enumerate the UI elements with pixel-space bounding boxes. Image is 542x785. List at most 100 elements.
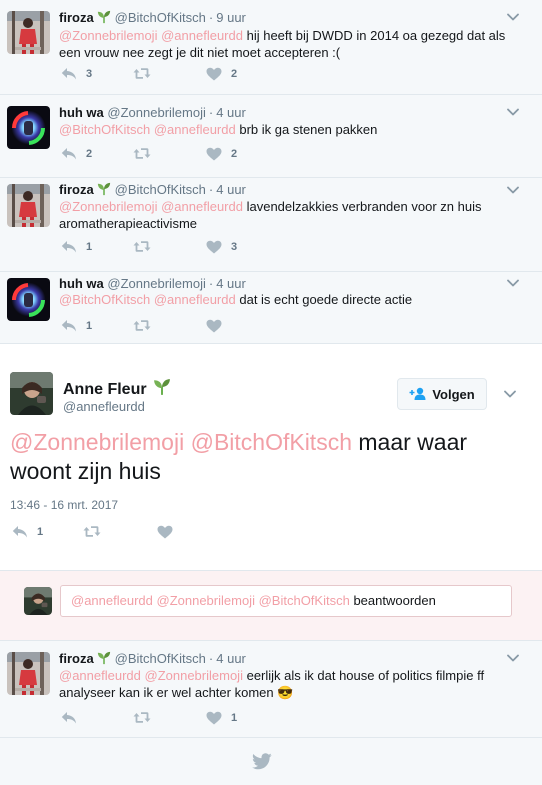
user-handle[interactable]: @BitchOfKitsch <box>115 10 206 25</box>
tweet-body: brb ik ga stenen pakken <box>239 122 378 137</box>
mention-link: @annefleurdd <box>71 593 153 608</box>
avatar[interactable] <box>7 278 50 321</box>
chevron-down-icon[interactable] <box>506 10 520 24</box>
reply-button[interactable]: 1 <box>12 525 43 539</box>
user-handle[interactable]: @Zonnebrilemoji <box>107 276 205 291</box>
tweet-time[interactable]: 4 uur <box>216 276 246 291</box>
tweet[interactable]: firoza @BitchOfKitsch · 4 uur @Zonnebrilemo… <box>0 178 542 272</box>
mention-link[interactable]: @annefleurdd <box>59 668 141 683</box>
add-user-icon <box>409 387 426 400</box>
tweet-text: @Zonnebrilemoji @annefleurdd hij heeft b… <box>59 27 522 61</box>
separator-dot: · <box>208 105 214 120</box>
tweet-time[interactable]: 9 uur <box>216 10 246 25</box>
tweet-body: dat is echt goede directe actie <box>239 292 413 307</box>
user-name[interactable]: firoza <box>59 10 94 25</box>
like-button[interactable]: 2 <box>206 147 237 161</box>
retweet-button[interactable] <box>83 525 110 538</box>
user-name[interactable]: firoza <box>59 182 94 197</box>
separator-dot: · <box>208 651 214 666</box>
mention-link[interactable]: @Zonnebrilemoji <box>145 668 243 683</box>
tweet-time[interactable]: 4 uur <box>216 651 246 666</box>
reply-button[interactable]: 1 <box>61 319 92 333</box>
follow-button[interactable]: Volgen <box>397 378 487 410</box>
like-button[interactable] <box>157 525 182 539</box>
retweet-icon <box>133 67 151 80</box>
sprout-icon <box>153 378 171 401</box>
mention-link[interactable]: @BitchOfKitsch <box>59 292 150 307</box>
separator-dot: · <box>208 182 214 197</box>
avatar[interactable] <box>7 106 50 149</box>
sunglasses-emoji: 😎 <box>277 685 294 700</box>
tweet[interactable]: huh wa @Zonnebrilemoji · 4 uur @BitchOfKit… <box>0 272 542 344</box>
reply-button[interactable]: 3 <box>61 67 92 81</box>
focused-tweet: Anne Fleur @annefleurdd Volgen @Zonnebri… <box>0 344 542 571</box>
avatar[interactable] <box>7 11 50 54</box>
timeline-footer <box>0 738 542 785</box>
user-name[interactable]: huh wa <box>59 105 104 120</box>
mention-link[interactable]: @Zonnebrilemoji <box>59 199 157 214</box>
user-name[interactable]: Anne Fleur <box>63 381 147 398</box>
user-handle[interactable]: @BitchOfKitsch <box>115 182 206 197</box>
tweet-text: @annefleurdd @Zonnebrilemoji eerlijk als… <box>59 667 522 701</box>
reply-placeholder: beantwoorden <box>353 593 436 608</box>
tweet[interactable]: huh wa @Zonnebrilemoji · 4 uur @BitchOfKit… <box>0 95 542 178</box>
mention-link[interactable]: @annefleurdd <box>154 122 236 137</box>
twitter-bird-icon <box>252 753 272 770</box>
reply-button[interactable]: 1 <box>61 240 92 254</box>
tweet-header: firoza @BitchOfKitsch · 4 uur <box>59 182 246 199</box>
mention-link[interactable]: @BitchOfKitsch <box>59 122 150 137</box>
reply-count: 1 <box>86 241 93 253</box>
tweet-time[interactable]: 4 uur <box>216 182 246 197</box>
tweet[interactable]: firoza @BitchOfKitsch · 4 uur @annefleurdd … <box>0 641 542 738</box>
chevron-down-icon[interactable] <box>506 105 520 119</box>
retweet-button[interactable] <box>133 147 160 160</box>
focused-user-name[interactable]: Anne Fleur <box>63 378 171 401</box>
like-count: 2 <box>231 68 238 80</box>
retweet-button[interactable] <box>133 240 160 253</box>
chevron-down-icon[interactable] <box>503 387 517 401</box>
separator-dot: · <box>208 10 214 25</box>
mention-link[interactable]: @Zonnebrilemoji <box>59 28 157 43</box>
retweet-button[interactable] <box>133 711 160 724</box>
like-button[interactable]: 2 <box>206 67 237 81</box>
mention-link[interactable]: @annefleurdd <box>154 292 236 307</box>
mention-link[interactable]: @annefleurdd <box>161 28 243 43</box>
user-name[interactable]: firoza <box>59 651 94 666</box>
retweet-icon <box>133 240 151 253</box>
reply-icon <box>61 711 77 725</box>
reply-icon <box>61 240 77 254</box>
like-button[interactable]: 3 <box>206 240 237 254</box>
tweet-timestamp[interactable]: 13:46 - 16 mrt. 2017 <box>10 498 118 512</box>
tweet-time[interactable]: 4 uur <box>216 105 246 120</box>
like-count: 2 <box>231 148 238 160</box>
chevron-down-icon[interactable] <box>506 183 520 197</box>
reply-button[interactable]: 2 <box>61 147 92 161</box>
chevron-down-icon[interactable] <box>506 276 520 290</box>
retweet-button[interactable] <box>133 67 160 80</box>
tweet[interactable]: firoza @BitchOfKitsch · 9 uur @Zonnebrilemo… <box>0 0 542 95</box>
avatar[interactable] <box>7 184 50 227</box>
reply-count: 2 <box>86 148 93 160</box>
mention-link[interactable]: @annefleurdd <box>161 199 243 214</box>
focused-tweet-text: @Zonnebrilemoji @BitchOfKitsch maar waar… <box>10 428 510 486</box>
reply-input[interactable]: @annefleurdd @Zonnebrilemoji @BitchOfKit… <box>60 585 512 617</box>
heart-icon <box>206 147 222 161</box>
user-handle[interactable]: @BitchOfKitsch <box>115 651 206 666</box>
separator-dot: · <box>208 276 214 291</box>
avatar[interactable] <box>7 652 50 695</box>
chevron-down-icon[interactable] <box>506 651 520 665</box>
like-button[interactable]: 1 <box>206 711 237 725</box>
tweet-header: firoza @BitchOfKitsch · 9 uur <box>59 10 246 27</box>
mention-link[interactable]: @BitchOfKitsch <box>191 429 352 455</box>
retweet-icon <box>133 319 151 332</box>
user-handle[interactable]: @Zonnebrilemoji <box>107 105 205 120</box>
user-name[interactable]: huh wa <box>59 276 104 291</box>
retweet-button[interactable] <box>133 319 160 332</box>
avatar[interactable] <box>10 372 53 415</box>
mention-link[interactable]: @Zonnebrilemoji <box>10 429 184 455</box>
reply-button[interactable] <box>61 711 86 725</box>
tweet-header: huh wa @Zonnebrilemoji · 4 uur <box>59 276 246 291</box>
like-button[interactable] <box>206 319 231 333</box>
user-handle[interactable]: @annefleurdd <box>63 399 145 414</box>
reply-count: 1 <box>86 320 93 332</box>
